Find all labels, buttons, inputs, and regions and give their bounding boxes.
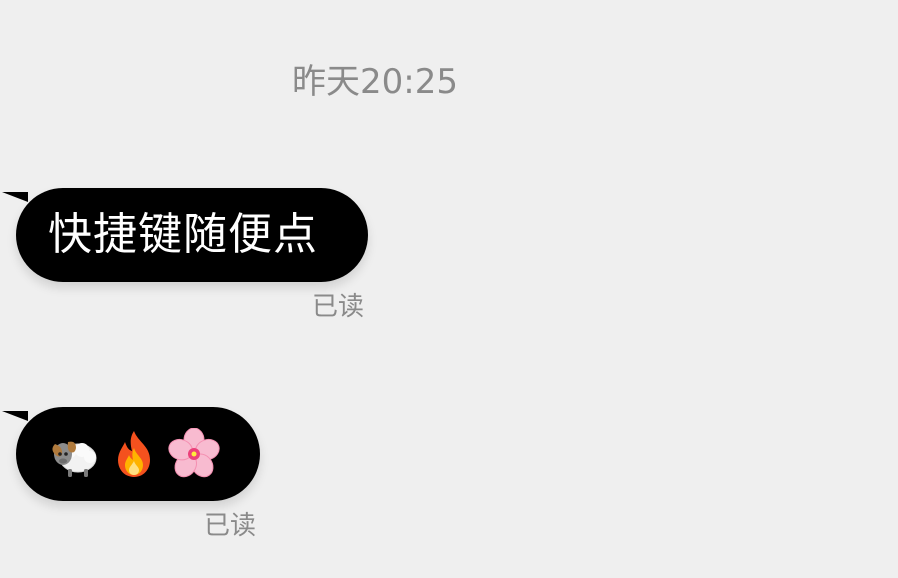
fire-icon (108, 428, 160, 480)
read-receipt: 已读 (204, 511, 257, 541)
cherry-blossom-icon (168, 427, 220, 480)
message-bubble-2[interactable] (2, 407, 260, 501)
chat-view: 昨天20:25 快捷键随便点 已读 已读 (0, 0, 898, 578)
message-bubble-1[interactable]: 快捷键随便点 (2, 188, 368, 282)
emoji-row (48, 427, 220, 481)
ram-icon (48, 428, 100, 480)
bubble-tail (2, 411, 28, 421)
message-text: 快捷键随便点 (48, 209, 318, 260)
read-receipt: 已读 (312, 292, 365, 322)
message-timestamp: 昨天20:25 (292, 62, 458, 102)
bubble-tail (2, 192, 28, 202)
